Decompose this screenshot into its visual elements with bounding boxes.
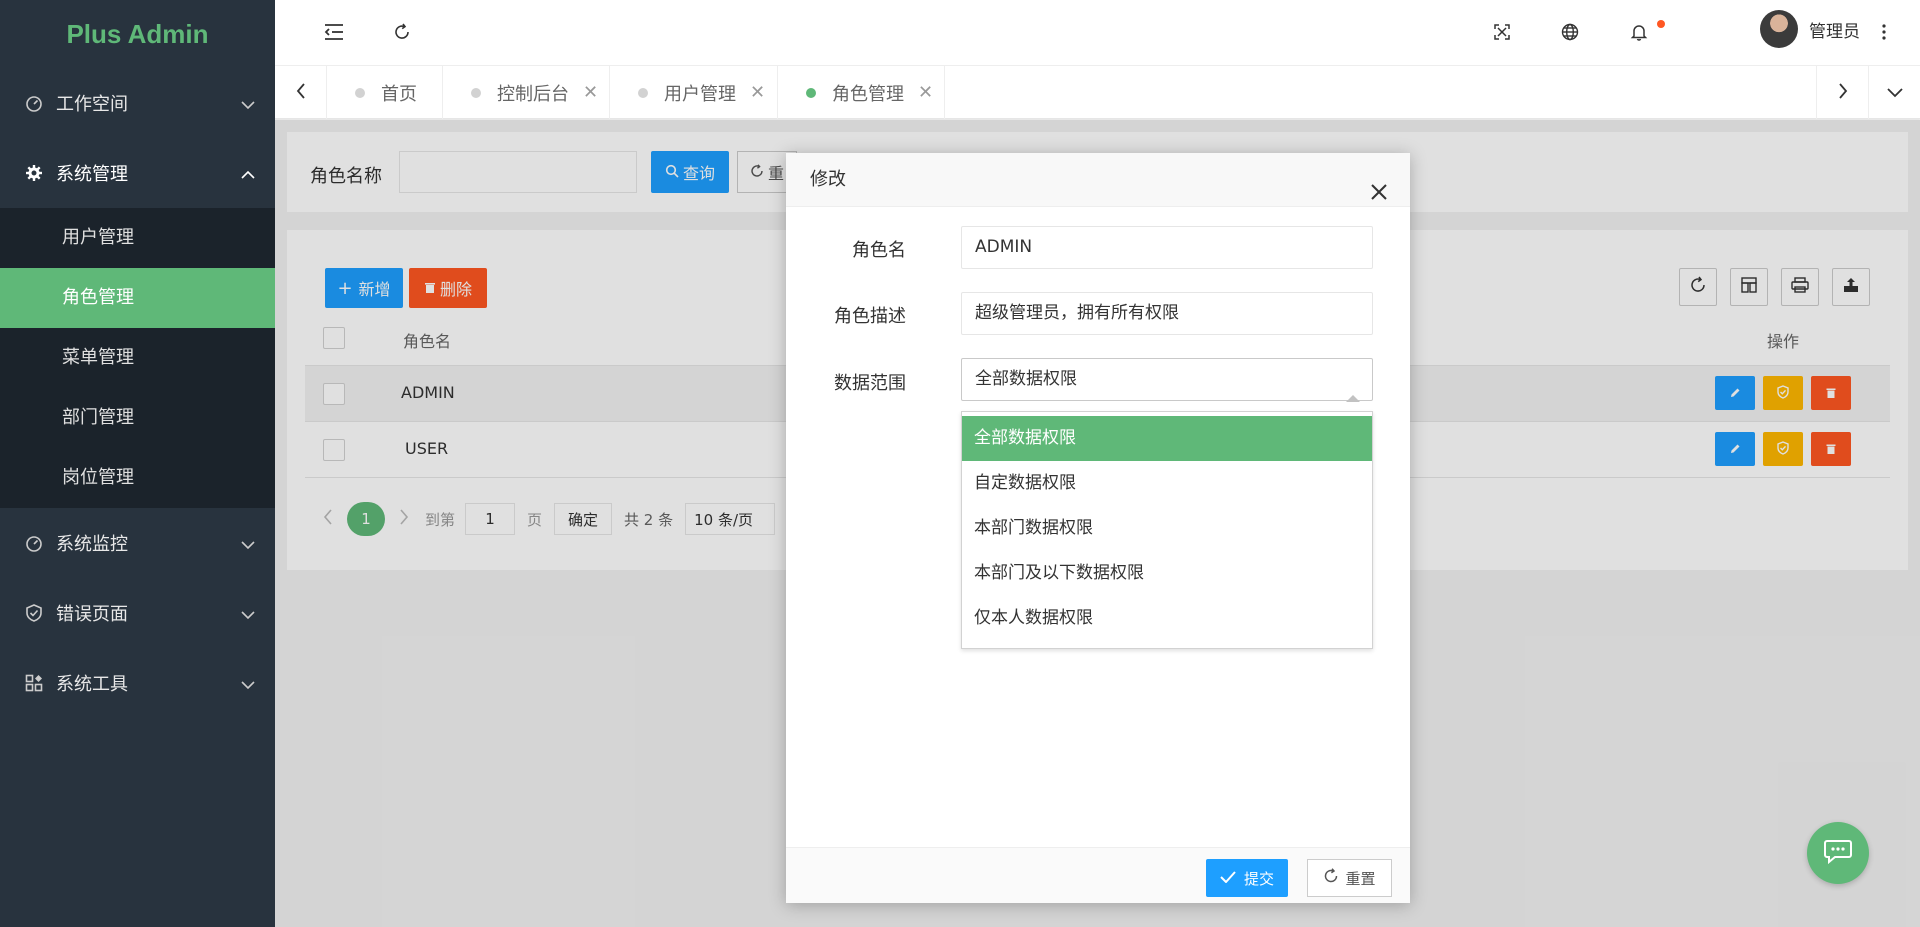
data-scope-option[interactable]: 本部门数据权限 [962,506,1372,551]
data-scope-option[interactable]: 本部门及以下数据权限 [962,551,1372,596]
data-scope-value: 全部数据权限 [975,369,1077,389]
user-name: 管理员 [1809,21,1860,42]
tab-label: 首页 [381,83,417,105]
tab-label: 角色管理 [832,83,904,105]
bell-icon[interactable] [1625,18,1653,46]
reset-button-label: 重置 [1345,869,1376,888]
tab-dashboard[interactable]: 控制后台 ✕ [443,66,610,119]
avatar [1760,10,1798,48]
submit-button-label: 提交 [1243,869,1274,888]
tab-dot [638,87,648,98]
tab-scroll-left[interactable] [275,66,327,119]
data-scope-option[interactable]: 全部数据权限 [962,416,1372,461]
shield-icon [24,603,44,623]
dashboard-icon [24,533,44,553]
app-logo: Plus Admin [66,19,209,49]
tab-dot [806,87,816,98]
sidebar-item-users[interactable]: 用户管理 [0,208,275,268]
sidebar-group-label: 工作空间 [56,94,128,115]
role-desc-label: 角色描述 [834,306,906,327]
fullscreen-icon[interactable] [1488,18,1516,46]
sidebar-group-label: 系统工具 [56,674,128,695]
role-desc-input[interactable]: 超级管理员，拥有所有权限 [961,292,1373,335]
dialog-title: 修改 [810,169,846,190]
data-scope-option[interactable]: 仅本人数据权限 [962,596,1372,641]
dashboard-icon [24,93,44,113]
tab-dot [471,87,481,98]
sidebar-group-label: 错误页面 [56,604,128,625]
sidebar-group-tools[interactable]: 系统工具 [0,648,275,718]
data-scope-option[interactable]: 自定数据权限 [962,461,1372,506]
sidebar-item-menus[interactable]: 菜单管理 [0,328,275,388]
role-name-input[interactable]: ADMIN [961,226,1373,269]
sidebar-item-roles[interactable]: 角色管理 [0,268,275,328]
data-scope-select[interactable]: 全部数据权限 [961,358,1373,402]
chat-button[interactable] [1807,822,1869,884]
user-menu[interactable]: 管理员 [1760,10,1860,48]
sidebar-group-monitor[interactable]: 系统监控 [0,508,275,578]
tab-dot [355,87,365,98]
chevron-left-icon [296,82,306,103]
top-header: 管理员 [275,0,1920,66]
globe-icon[interactable] [1556,18,1584,46]
sidebar-item-posts[interactable]: 岗位管理 [0,448,275,508]
sidebar-group-errors[interactable]: 错误页面 [0,578,275,648]
chevron-up-icon [241,164,255,185]
sidebar-group-system[interactable]: 系统管理 [0,138,275,208]
check-icon [1220,869,1236,887]
dialog-header: 修改 [786,153,1410,207]
data-scope-dropdown: 全部数据权限 自定数据权限 本部门数据权限 本部门及以下数据权限 仅本人数据权限 [961,411,1373,649]
more-vertical-icon[interactable] [1870,18,1898,46]
chevron-right-icon [1838,82,1848,103]
tab-menu[interactable] [1868,66,1920,119]
role-name-label: 角色名 [852,240,906,261]
refresh-icon [1323,868,1339,888]
chat-icon [1823,838,1853,868]
refresh-icon[interactable] [388,18,416,46]
chevron-down-icon [1886,83,1903,102]
chevron-down-icon [241,604,255,625]
menu-fold-icon[interactable] [320,18,348,46]
edit-role-dialog: 修改 角色名 ADMIN 角色描述 超级管理员，拥有所有权限 数据范围 全部数据… [786,153,1410,903]
gear-icon [24,163,44,183]
sidebar: Plus Admin 工作空间 系统管理 用户管理 角色管理 菜单管理 部门管理… [0,0,275,927]
tab-home[interactable]: 首页 [327,66,443,119]
sidebar-group-workspace[interactable]: 工作空间 [0,68,275,138]
sidebar-group-label: 系统监控 [56,534,128,555]
reset-button[interactable]: 重置 [1307,859,1392,897]
tab-label: 控制后台 [497,83,569,105]
sidebar-group-label: 系统管理 [56,164,128,185]
tab-roles[interactable]: 角色管理 ✕ [778,66,945,119]
chevron-down-icon [241,534,255,555]
tab-scroll-right[interactable] [1816,66,1868,119]
sidebar-item-departments[interactable]: 部门管理 [0,388,275,448]
tab-bar: 首页 控制后台 ✕ 用户管理 ✕ 角色管理 ✕ [275,66,1920,119]
tab-users[interactable]: 用户管理 ✕ [610,66,778,119]
tab-label: 用户管理 [664,83,736,105]
apps-icon [24,673,44,693]
close-icon[interactable]: ✕ [583,82,598,103]
sidebar-submenu: 用户管理 角色管理 菜单管理 部门管理 岗位管理 [0,208,275,508]
close-icon[interactable]: ✕ [918,82,933,103]
data-scope-label: 数据范围 [834,373,906,394]
close-icon[interactable] [1370,169,1392,200]
close-icon[interactable]: ✕ [750,82,765,103]
submit-button[interactable]: 提交 [1206,859,1288,897]
chevron-down-icon [241,674,255,695]
dialog-footer: 提交 重置 [786,847,1410,903]
chevron-down-icon [241,94,255,115]
notification-dot [1657,20,1665,28]
